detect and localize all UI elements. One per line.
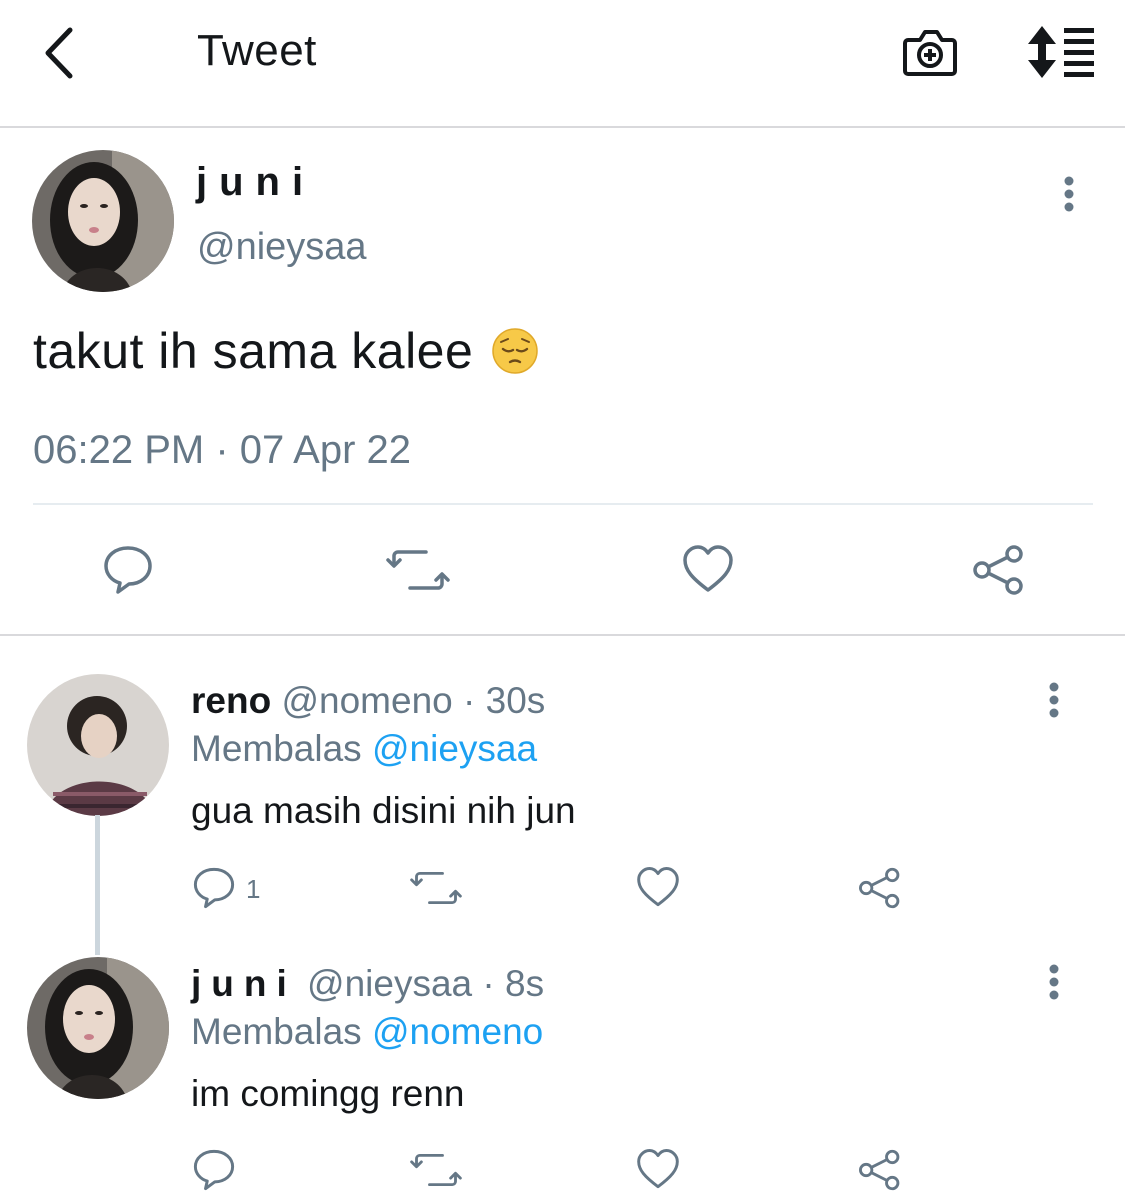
share-button[interactable] [858,866,902,915]
avatar[interactable] [27,674,169,816]
like-button[interactable] [682,544,734,599]
reply-button[interactable] [192,1148,236,1197]
author-name[interactable]: juni [191,963,297,1004]
author-handle[interactable]: @nieysaa [197,226,367,269]
profile-photo [27,674,169,816]
share-icon [859,1149,900,1191]
more-vertical-icon [1049,964,1059,1000]
retweet-button[interactable] [386,546,450,599]
reply-button[interactable] [192,866,236,915]
reply-count: 1 [246,874,261,904]
profile-photo [32,150,174,292]
reply-icon [193,1149,235,1191]
mention-link[interactable]: @nomeno [372,1011,543,1052]
replying-label: Membalas [191,728,362,769]
share-button[interactable] [858,1148,902,1197]
reply-button[interactable] [102,544,154,601]
divider [33,503,1093,505]
top-bar: Tweet [0,0,1125,128]
heart-icon [637,1149,679,1189]
tweet-text: takut ih sama kalee [33,322,539,380]
retweet-icon [410,1153,462,1187]
reply-header: reno @nomeno · 30s [191,680,545,722]
heart-icon [637,867,679,907]
more-vertical-icon [1064,176,1074,212]
like-button[interactable] [636,1148,680,1195]
retweet-button[interactable] [410,1150,462,1195]
author-handle[interactable]: @nieysaa [307,963,472,1004]
reply-icon [104,546,152,594]
tweet-text-content: takut ih sama kalee [33,323,474,379]
like-button[interactable] [636,866,680,913]
share-icon [859,867,900,909]
replying-label: Membalas [191,1011,362,1052]
separator: · [452,680,486,721]
avatar[interactable] [32,150,174,292]
tweet-timestamp: 06:22 PM · 07 Apr 22 [33,428,412,472]
sort-list-icon [1028,26,1094,78]
replying-to: Membalas @nieysaa [191,728,537,770]
retweet-button[interactable] [410,868,462,913]
reply-icon [193,867,235,909]
more-options-button[interactable] [1055,172,1083,216]
thread-line [95,815,100,955]
profile-photo [27,957,169,1099]
author-handle[interactable]: @nomeno [281,680,452,721]
retweet-icon [410,871,462,905]
pensive-face-emoji [492,328,539,374]
avatar[interactable] [27,957,169,1099]
reply-text: gua masih disini nih jun [191,790,576,831]
chevron-left-icon [45,27,73,79]
author-name[interactable]: reno [191,680,271,721]
reply-time: 30s [485,680,546,721]
replying-to: Membalas @nomeno [191,1011,543,1053]
share-button[interactable] [972,544,1026,601]
author-name[interactable]: juni [196,160,315,205]
share-icon [973,545,1023,595]
reply-header: juni @nieysaa · 8s [191,963,544,1005]
heart-icon [683,545,733,592]
camera-button[interactable] [900,22,960,82]
more-options-button[interactable] [1040,960,1068,1004]
more-vertical-icon [1049,682,1059,718]
separator: · [472,963,506,1004]
page-title: Tweet [197,26,317,75]
sort-button[interactable] [1024,22,1098,82]
reply-time: 8s [505,963,545,1004]
more-options-button[interactable] [1040,678,1068,722]
back-button[interactable] [36,24,86,82]
reply-text: im comingg renn [191,1073,465,1114]
camera-plus-icon [903,30,957,76]
retweet-icon [386,550,450,590]
mention-link[interactable]: @nieysaa [372,728,537,769]
section-divider [0,634,1125,636]
